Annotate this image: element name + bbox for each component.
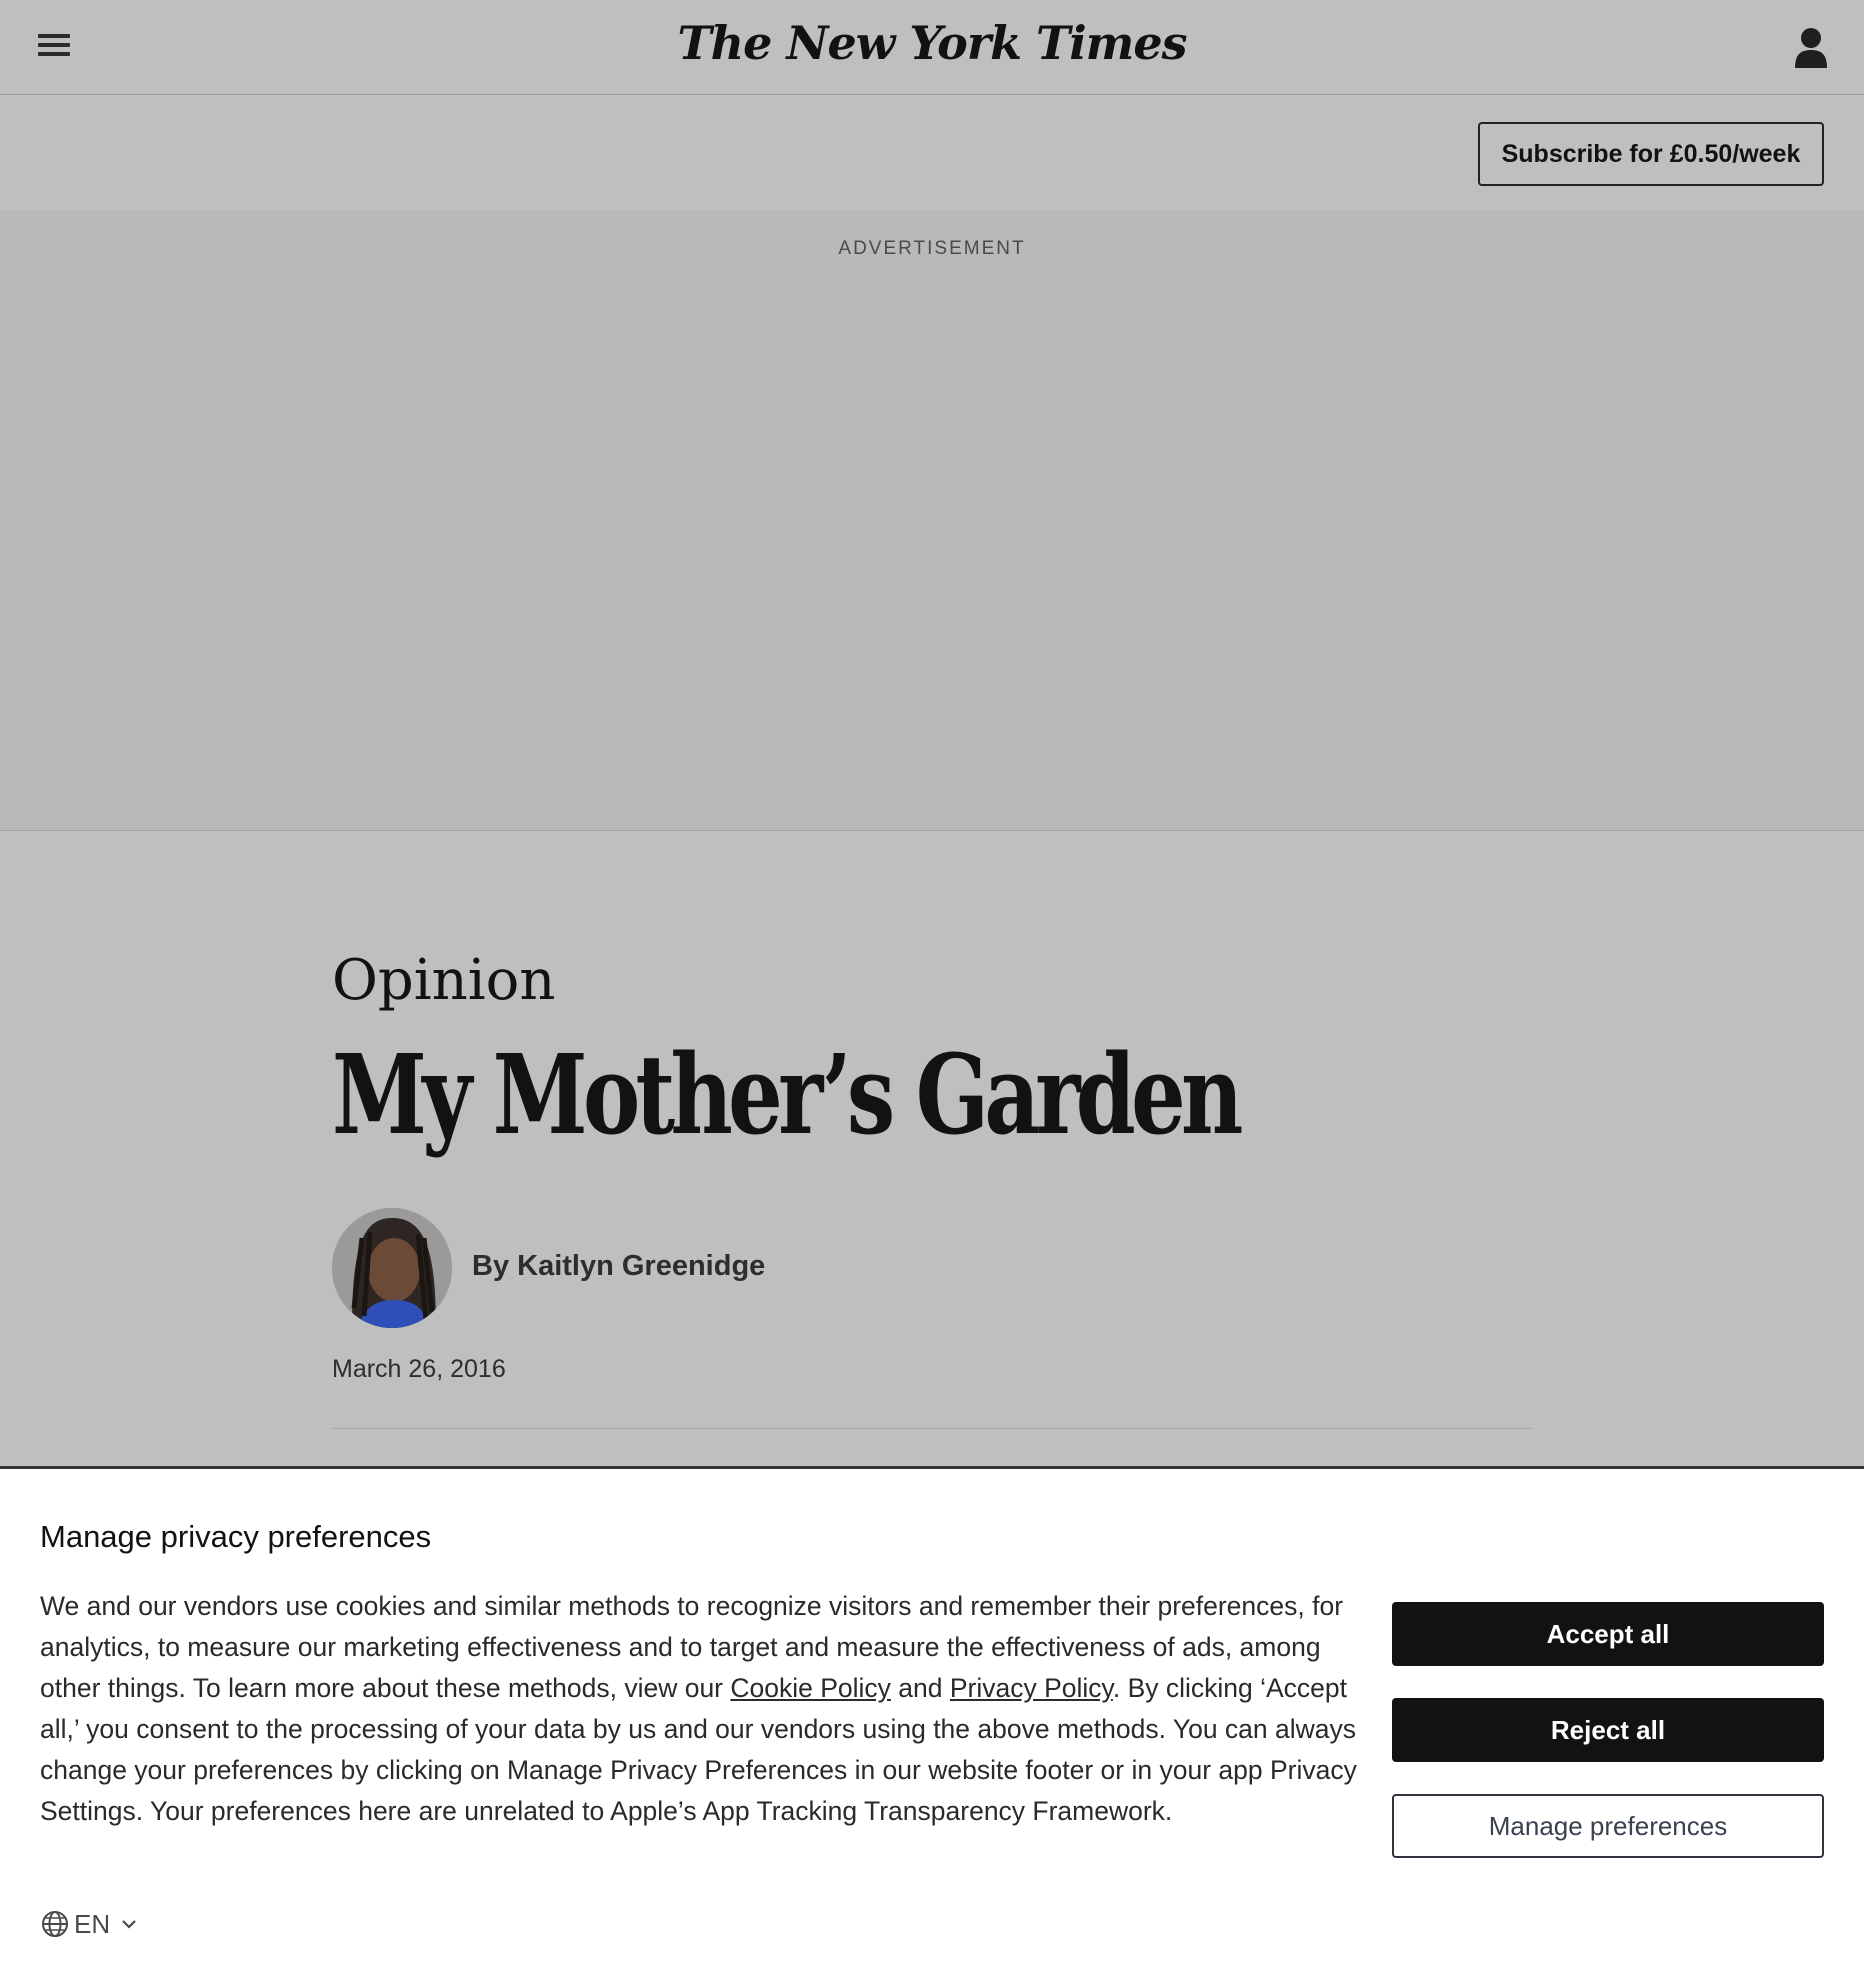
article-headline: My Mother’s Garden xyxy=(332,1030,1243,1159)
consent-title: Manage privacy preferences xyxy=(40,1519,432,1554)
publish-date: March 26, 2016 xyxy=(332,1355,506,1383)
chevron-down-icon xyxy=(122,1920,136,1929)
reject-all-button[interactable]: Reject all xyxy=(1392,1698,1824,1762)
masthead: The New York Times xyxy=(0,0,1864,95)
manage-preferences-button[interactable]: Manage preferences xyxy=(1392,1794,1824,1858)
section-kicker[interactable]: Opinion xyxy=(332,948,555,1013)
subscribe-button[interactable]: Subscribe for £0.50/week xyxy=(1478,122,1824,186)
subscribe-bar: Subscribe for £0.50/week xyxy=(0,96,1864,210)
language-code: EN xyxy=(74,1908,111,1939)
advertisement-label: ADVERTISEMENT xyxy=(838,238,1026,259)
globe-icon xyxy=(42,1911,68,1937)
author-avatar[interactable] xyxy=(332,1208,452,1328)
advertisement-slot: ADVERTISEMENT xyxy=(0,210,1864,831)
consent-text-and: and xyxy=(890,1673,950,1703)
privacy-policy-link[interactable]: Privacy Policy xyxy=(950,1673,1113,1703)
language-selector[interactable]: EN xyxy=(40,1907,146,1941)
consent-description: We and our vendors use cookies and simil… xyxy=(40,1586,1360,1832)
privacy-consent-banner: Manage privacy preferences We and our ve… xyxy=(0,1466,1864,1975)
accept-all-button[interactable]: Accept all xyxy=(1392,1602,1824,1666)
divider xyxy=(332,1428,1532,1429)
cookie-policy-link[interactable]: Cookie Policy xyxy=(730,1673,891,1703)
nyt-logo[interactable]: The New York Times xyxy=(0,16,1864,70)
page: The New York Times Subscribe for £0.50/w… xyxy=(0,0,1864,1975)
user-account-icon[interactable] xyxy=(1793,26,1829,70)
author-byline[interactable]: By Kaitlyn Greenidge xyxy=(472,1250,765,1283)
